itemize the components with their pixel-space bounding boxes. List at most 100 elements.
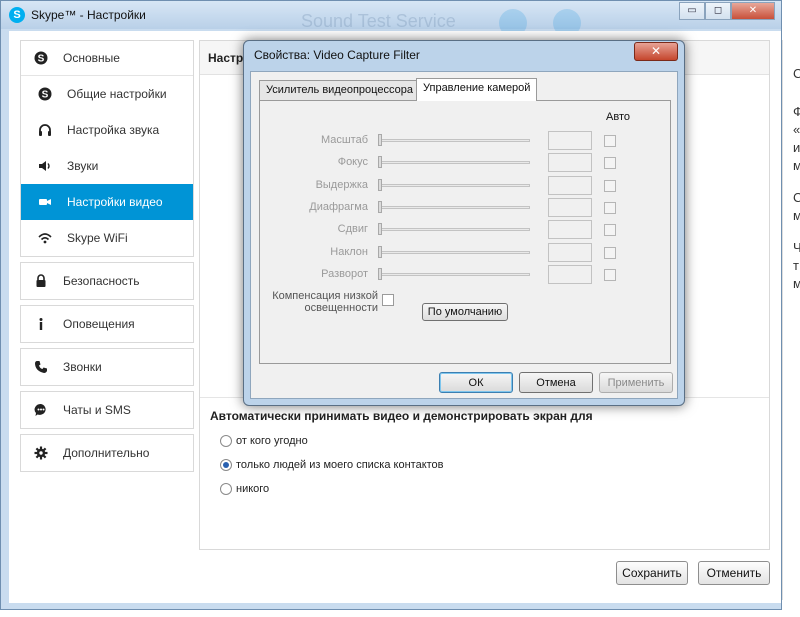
control-row: Масштаб <box>260 131 670 151</box>
camera-icon <box>37 194 53 210</box>
sidebar-item-video[interactable]: Настройки видео <box>21 184 193 220</box>
value-box[interactable] <box>548 220 592 239</box>
sidebar-item-chats[interactable]: Чаты и SMS <box>20 391 194 429</box>
control-row: Сдвиг <box>260 220 670 240</box>
cut-text: и <box>793 140 800 155</box>
slider-thumb[interactable] <box>378 223 382 235</box>
sidebar-item-label: Чаты и SMS <box>63 403 131 417</box>
sidebar-item-label: Основные <box>63 51 120 65</box>
sidebar-item-row: Безопасность <box>21 263 193 299</box>
control-label: Сдвиг <box>337 223 368 235</box>
sidebar-item-main[interactable]: S Основные <box>21 41 193 75</box>
sidebar-item-label: Skype WiFi <box>67 231 128 245</box>
value-box[interactable] <box>548 153 592 172</box>
cut-text: м <box>793 158 800 173</box>
apply-button[interactable]: Применить <box>599 372 673 393</box>
radio-anyone[interactable]: от кого угодно <box>220 435 308 447</box>
auto-checkbox[interactable] <box>604 202 616 214</box>
sidebar-item-row: Дополнительно <box>21 435 193 471</box>
lock-icon <box>33 273 49 289</box>
sidebar-item-row: Оповещения <box>21 306 193 342</box>
cut-text: т <box>793 258 799 273</box>
sidebar-item-calls[interactable]: Звонки <box>20 348 194 386</box>
slider-thumb[interactable] <box>378 156 382 168</box>
sidebar-item-advanced[interactable]: Дополнительно <box>20 434 194 472</box>
auto-checkbox[interactable] <box>604 247 616 259</box>
slider-thumb[interactable] <box>378 201 382 213</box>
slider-thumb[interactable] <box>378 134 382 146</box>
control-row: Разворот <box>260 265 670 285</box>
sidebar-item-security[interactable]: Безопасность <box>20 262 194 300</box>
radio-button[interactable] <box>220 435 232 447</box>
sidebar-item-general[interactable]: S Общие настройки <box>21 76 193 112</box>
default-button[interactable]: По умолчанию <box>422 303 508 321</box>
sidebar-item-label: Дополнительно <box>63 446 150 460</box>
sidebar-item-label: Звуки <box>67 159 99 173</box>
auto-column-label: Авто <box>606 111 630 123</box>
auto-checkbox[interactable] <box>604 135 616 147</box>
radio-label: от кого угодно <box>236 435 308 447</box>
slider-track[interactable] <box>378 139 530 142</box>
slider-track[interactable] <box>378 273 530 276</box>
auto-checkbox[interactable] <box>604 269 616 281</box>
value-box[interactable] <box>548 243 592 262</box>
skype-logo-icon: S <box>9 7 25 23</box>
minimize-button[interactable]: ▭ <box>679 2 705 20</box>
maximize-button[interactable]: ◻ <box>705 2 731 20</box>
cut-text: С <box>793 190 800 205</box>
slider-thumb[interactable] <box>378 179 382 191</box>
value-box[interactable] <box>548 176 592 195</box>
sidebar-item-wifi[interactable]: Skype WiFi <box>21 220 193 256</box>
cancel-button[interactable]: Отменить <box>698 561 770 585</box>
slider-track[interactable] <box>378 228 530 231</box>
value-box[interactable] <box>548 265 592 284</box>
radio-button[interactable] <box>220 483 232 495</box>
auto-checkbox[interactable] <box>604 157 616 169</box>
control-label: Фокус <box>337 156 368 168</box>
sidebar-item-audio[interactable]: Настройка звука <box>21 112 193 148</box>
svg-text:S: S <box>38 54 45 65</box>
slider-track[interactable] <box>378 206 530 209</box>
tab-camera-control[interactable]: Управление камерой <box>416 78 538 101</box>
slider-track[interactable] <box>378 251 530 254</box>
radio-contacts-only[interactable]: только людей из моего списка контактов <box>220 459 444 471</box>
value-box[interactable] <box>548 131 592 150</box>
radio-nobody[interactable]: никого <box>220 483 269 495</box>
radio-label: никого <box>236 483 270 495</box>
background-window-edge: С Ф « и м С м Ч т м <box>782 40 800 600</box>
control-row: Диафрагма <box>260 198 670 218</box>
ok-button[interactable]: ОК <box>439 372 513 393</box>
slider-track[interactable] <box>378 184 530 187</box>
control-label: Разворот <box>321 268 368 280</box>
info-icon <box>33 316 49 332</box>
low-light-checkbox[interactable] <box>382 294 394 306</box>
gear-icon <box>33 445 49 461</box>
close-button[interactable]: ✕ <box>731 2 775 20</box>
sidebar-item-label: Общие настройки <box>67 87 167 101</box>
control-label: Наклон <box>330 246 368 258</box>
dialog-title: Свойства: Video Capture Filter <box>254 48 420 62</box>
slider-thumb[interactable] <box>378 246 382 258</box>
sidebar-item-label: Настройки видео <box>67 195 163 209</box>
skype-icon: S <box>37 86 53 102</box>
tab-video-proc-amp[interactable]: Усилитель видеопроцессора <box>259 80 420 100</box>
cancel-button[interactable]: Отмена <box>519 372 593 393</box>
dialog-close-button[interactable]: ✕ <box>634 42 678 61</box>
sidebar-item-label: Оповещения <box>63 317 135 331</box>
sidebar-item-notifications[interactable]: Оповещения <box>20 305 194 343</box>
low-light-label: Компенсация низкой освещенности <box>260 290 378 314</box>
radio-button[interactable] <box>220 459 232 471</box>
low-light-label-line: Компенсация низкой <box>272 290 378 302</box>
sidebar-item-sounds[interactable]: Звуки <box>21 148 193 184</box>
svg-text:S: S <box>42 90 49 101</box>
slider-thumb[interactable] <box>378 268 382 280</box>
cut-text: м <box>793 208 800 223</box>
settings-sidebar: S Основные S Общие настройки Настройка з… <box>20 40 194 477</box>
video-capture-filter-dialog: Свойства: Video Capture Filter ✕ Усилите… <box>243 40 685 406</box>
slider-track[interactable] <box>378 161 530 164</box>
value-box[interactable] <box>548 198 592 217</box>
save-button[interactable]: Сохранить <box>616 561 688 585</box>
auto-checkbox[interactable] <box>604 180 616 192</box>
sidebar-item-row: Чаты и SMS <box>21 392 193 428</box>
auto-checkbox[interactable] <box>604 224 616 236</box>
